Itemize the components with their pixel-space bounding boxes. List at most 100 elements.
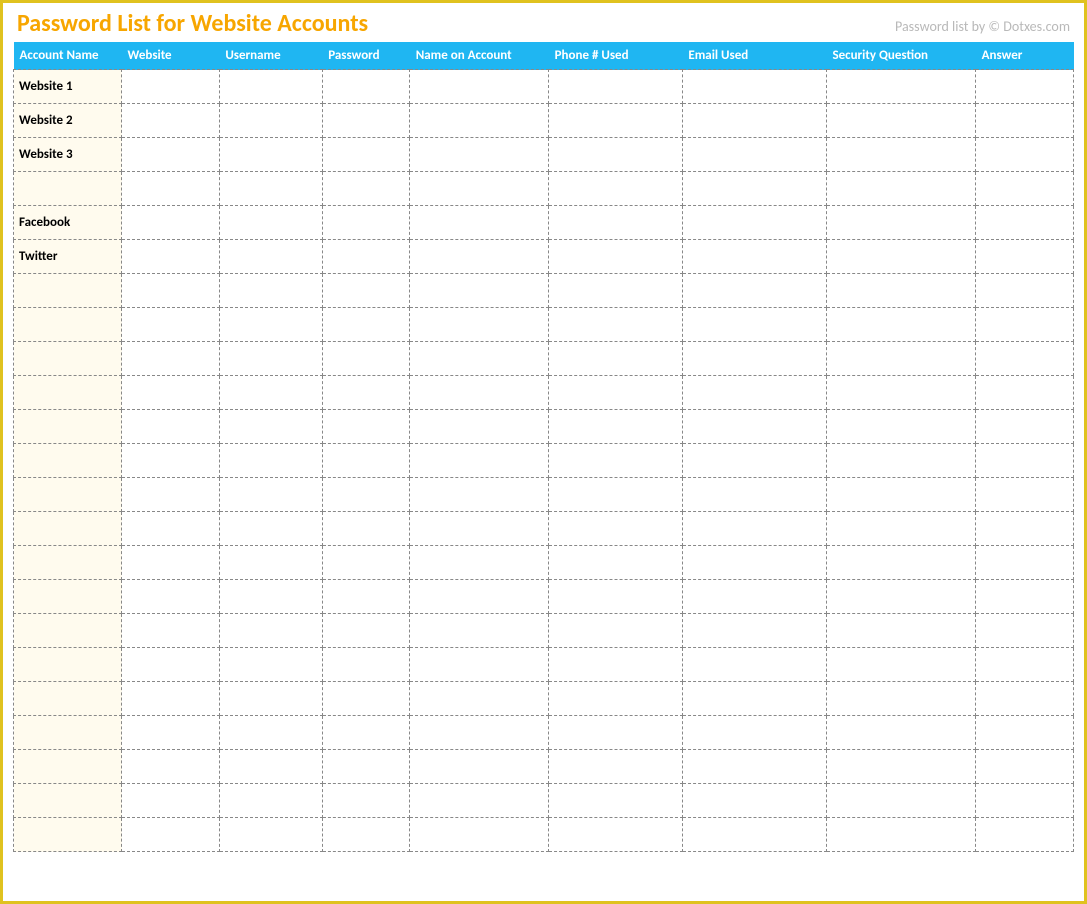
cell-account-name[interactable] bbox=[14, 172, 122, 206]
cell[interactable] bbox=[549, 682, 683, 716]
cell[interactable] bbox=[826, 818, 975, 852]
cell[interactable] bbox=[826, 580, 975, 614]
cell[interactable] bbox=[549, 784, 683, 818]
cell[interactable] bbox=[322, 444, 409, 478]
cell[interactable] bbox=[549, 70, 683, 104]
cell[interactable] bbox=[410, 784, 549, 818]
cell[interactable] bbox=[410, 376, 549, 410]
cell[interactable] bbox=[122, 172, 220, 206]
cell[interactable] bbox=[322, 206, 409, 240]
cell[interactable] bbox=[826, 138, 975, 172]
cell[interactable] bbox=[219, 274, 322, 308]
cell[interactable] bbox=[826, 648, 975, 682]
cell[interactable] bbox=[682, 818, 826, 852]
cell[interactable] bbox=[219, 308, 322, 342]
cell[interactable] bbox=[976, 410, 1074, 444]
cell[interactable] bbox=[682, 410, 826, 444]
cell[interactable] bbox=[549, 410, 683, 444]
cell-account-name[interactable] bbox=[14, 580, 122, 614]
cell[interactable] bbox=[322, 104, 409, 138]
cell[interactable] bbox=[976, 342, 1074, 376]
cell[interactable] bbox=[826, 70, 975, 104]
cell[interactable] bbox=[549, 716, 683, 750]
cell[interactable] bbox=[549, 274, 683, 308]
cell[interactable] bbox=[219, 648, 322, 682]
cell[interactable] bbox=[322, 512, 409, 546]
cell[interactable] bbox=[410, 410, 549, 444]
cell[interactable] bbox=[122, 104, 220, 138]
cell[interactable] bbox=[682, 478, 826, 512]
cell[interactable] bbox=[682, 648, 826, 682]
cell[interactable] bbox=[976, 546, 1074, 580]
cell[interactable] bbox=[322, 546, 409, 580]
cell[interactable] bbox=[682, 376, 826, 410]
cell[interactable] bbox=[976, 206, 1074, 240]
cell[interactable] bbox=[410, 240, 549, 274]
cell[interactable] bbox=[682, 512, 826, 546]
cell[interactable] bbox=[322, 648, 409, 682]
cell[interactable] bbox=[410, 682, 549, 716]
cell[interactable] bbox=[122, 206, 220, 240]
cell[interactable] bbox=[219, 342, 322, 376]
cell-account-name[interactable] bbox=[14, 444, 122, 478]
cell[interactable] bbox=[826, 342, 975, 376]
cell[interactable] bbox=[219, 376, 322, 410]
cell[interactable] bbox=[976, 70, 1074, 104]
cell-account-name[interactable]: Website 1 bbox=[14, 70, 122, 104]
cell[interactable] bbox=[826, 784, 975, 818]
cell-account-name[interactable] bbox=[14, 784, 122, 818]
cell[interactable] bbox=[219, 104, 322, 138]
cell[interactable] bbox=[322, 308, 409, 342]
cell[interactable] bbox=[122, 784, 220, 818]
cell[interactable] bbox=[219, 614, 322, 648]
cell[interactable] bbox=[410, 478, 549, 512]
cell[interactable] bbox=[410, 818, 549, 852]
cell[interactable] bbox=[410, 648, 549, 682]
cell[interactable] bbox=[976, 682, 1074, 716]
cell[interactable] bbox=[410, 308, 549, 342]
cell[interactable] bbox=[976, 274, 1074, 308]
cell[interactable] bbox=[219, 240, 322, 274]
cell[interactable] bbox=[410, 750, 549, 784]
cell[interactable] bbox=[682, 274, 826, 308]
cell[interactable] bbox=[549, 308, 683, 342]
cell[interactable] bbox=[826, 104, 975, 138]
cell[interactable] bbox=[976, 784, 1074, 818]
cell[interactable] bbox=[410, 172, 549, 206]
cell-account-name[interactable] bbox=[14, 376, 122, 410]
cell[interactable] bbox=[322, 342, 409, 376]
cell-account-name[interactable]: Twitter bbox=[14, 240, 122, 274]
cell[interactable] bbox=[549, 444, 683, 478]
cell[interactable] bbox=[122, 750, 220, 784]
cell-account-name[interactable]: Website 2 bbox=[14, 104, 122, 138]
cell[interactable] bbox=[682, 342, 826, 376]
cell-account-name[interactable] bbox=[14, 818, 122, 852]
cell[interactable] bbox=[976, 376, 1074, 410]
cell[interactable] bbox=[826, 172, 975, 206]
cell[interactable] bbox=[549, 512, 683, 546]
cell[interactable] bbox=[976, 580, 1074, 614]
cell[interactable] bbox=[549, 104, 683, 138]
cell[interactable] bbox=[410, 546, 549, 580]
cell[interactable] bbox=[682, 172, 826, 206]
cell[interactable] bbox=[219, 716, 322, 750]
cell[interactable] bbox=[322, 750, 409, 784]
cell[interactable] bbox=[219, 410, 322, 444]
cell-account-name[interactable]: Website 3 bbox=[14, 138, 122, 172]
cell[interactable] bbox=[122, 410, 220, 444]
cell[interactable] bbox=[826, 614, 975, 648]
cell[interactable] bbox=[682, 206, 826, 240]
cell-account-name[interactable] bbox=[14, 410, 122, 444]
cell[interactable] bbox=[549, 376, 683, 410]
cell[interactable] bbox=[410, 614, 549, 648]
cell[interactable] bbox=[410, 580, 549, 614]
cell[interactable] bbox=[976, 104, 1074, 138]
cell[interactable] bbox=[826, 512, 975, 546]
cell[interactable] bbox=[682, 614, 826, 648]
cell[interactable] bbox=[122, 546, 220, 580]
cell[interactable] bbox=[322, 240, 409, 274]
cell[interactable] bbox=[549, 750, 683, 784]
cell[interactable] bbox=[682, 444, 826, 478]
cell[interactable] bbox=[410, 444, 549, 478]
cell-account-name[interactable]: Facebook bbox=[14, 206, 122, 240]
